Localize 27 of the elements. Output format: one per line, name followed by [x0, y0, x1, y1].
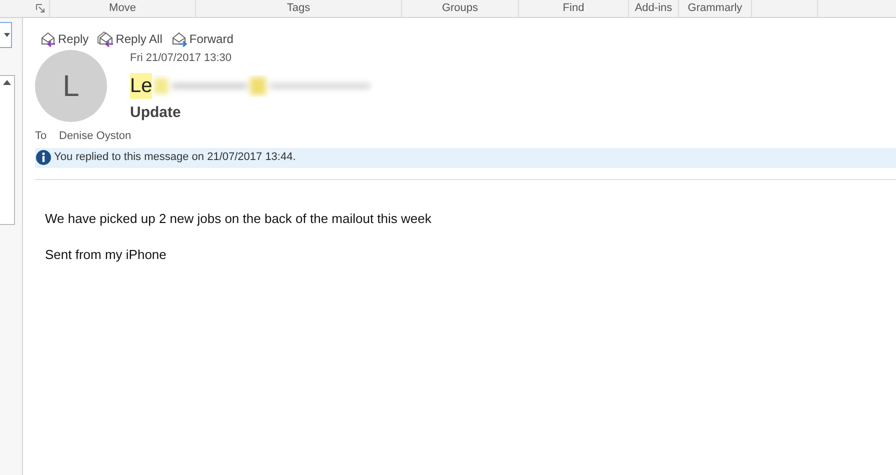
- envelope-icon: [96, 31, 115, 47]
- scroll-up-icon[interactable]: [3, 80, 11, 85]
- to-label: To: [35, 129, 48, 144]
- ribbon-group-label: Groups: [442, 1, 478, 16]
- message-subject: Update: [130, 102, 182, 122]
- envelope-icon: [170, 31, 188, 47]
- info-text: You replied to this message on 21/07/2017 13:44.: [54, 150, 296, 166]
- action-button[interactable]: Forward: [170, 30, 234, 48]
- ribbon-group-label: Tags: [286, 1, 310, 16]
- sender-name: Le: [130, 72, 152, 98]
- dropdown[interactable]: [0, 22, 12, 48]
- action-button[interactable]: Reply: [39, 30, 89, 48]
- ribbon-group-label: Grammarly: [688, 1, 742, 16]
- caret-icon: [4, 33, 10, 37]
- envelope-icon: [39, 31, 57, 47]
- scrollbar[interactable]: [0, 75, 15, 225]
- ribbon-group-label: Move: [109, 1, 136, 16]
- body-paragraph: We have picked up 2 new jobs on the back of the mailout this week: [45, 210, 432, 228]
- recipient-name: Denise Oyston: [59, 129, 132, 144]
- action-button[interactable]: Reply All: [96, 30, 162, 48]
- ribbon-group-label: Find: [562, 1, 584, 16]
- info-icon: [36, 150, 51, 165]
- body-paragraph: Sent from my iPhone: [45, 246, 168, 264]
- avatar: L: [35, 50, 107, 122]
- ribbon-group-label: Add-ins: [634, 1, 672, 16]
- dialog-launcher-icon[interactable]: [36, 4, 45, 13]
- message-date: Fri 21/07/2017 13:30: [130, 51, 233, 66]
